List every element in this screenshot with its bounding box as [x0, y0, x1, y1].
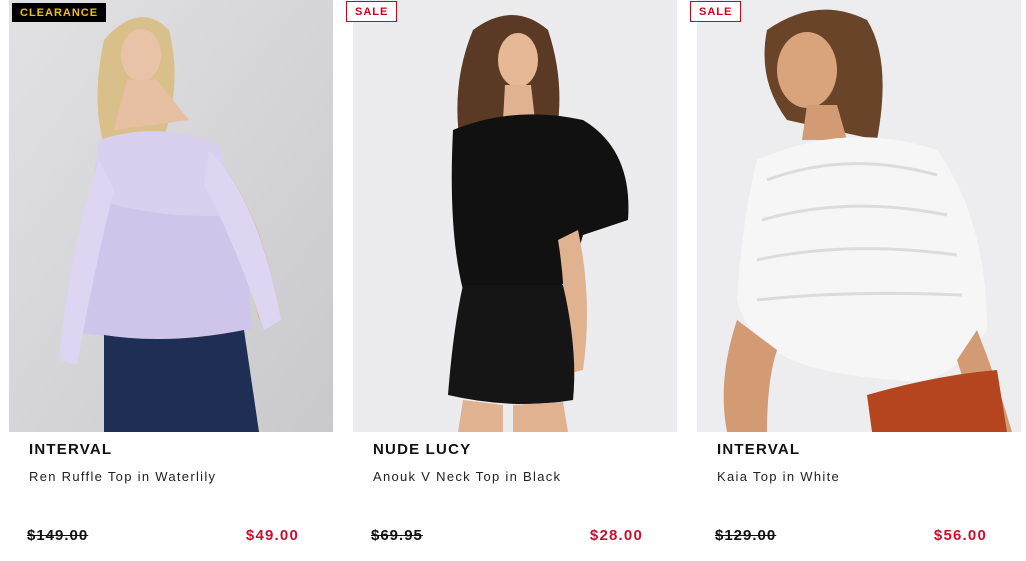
original-price: $129.00	[715, 527, 777, 544]
sale-badge: SALE	[346, 1, 398, 22]
product-brand[interactable]: INTERVAL	[717, 441, 800, 458]
product-image[interactable]	[353, 0, 677, 432]
sale-price: $49.00	[245, 527, 299, 544]
original-price: $149.00	[27, 527, 89, 544]
sale-price: $28.00	[589, 527, 643, 544]
product-name[interactable]: Anouk V Neck Top in Black	[373, 469, 561, 484]
product-image[interactable]	[697, 0, 1021, 432]
product-card[interactable]: SALE INTERVAL Kaia Top in White $129.00 …	[690, 0, 1021, 561]
product-image[interactable]	[9, 0, 333, 432]
original-price: $69.95	[371, 527, 423, 544]
product-brand[interactable]: INTERVAL	[29, 441, 112, 458]
product-name[interactable]: Ren Ruffle Top in Waterlily	[29, 469, 216, 484]
clearance-badge: CLEARANCE	[12, 3, 107, 22]
sale-badge: SALE	[690, 1, 742, 22]
product-card[interactable]: SALE NUDE LUCY Anouk V Neck Top in Black…	[346, 0, 677, 561]
product-name[interactable]: Kaia Top in White	[717, 469, 840, 484]
sale-price: $56.00	[933, 527, 987, 544]
product-card[interactable]: CLEARANCE INTERVAL Ren Ruffle Top in Wat…	[9, 0, 333, 561]
product-brand[interactable]: NUDE LUCY	[373, 441, 471, 458]
